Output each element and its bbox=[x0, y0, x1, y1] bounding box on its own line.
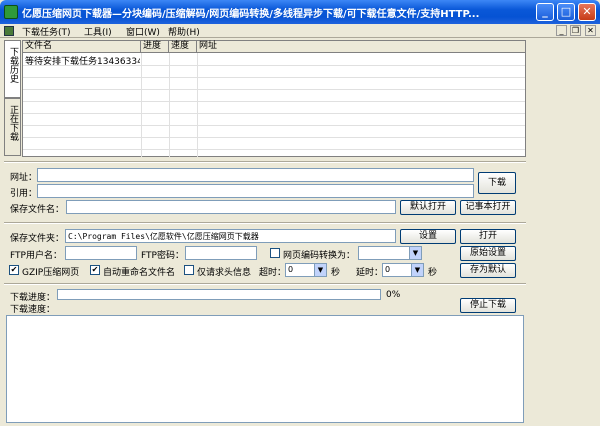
encoding-convert-label: 网页编码转换为： bbox=[283, 251, 356, 261]
encoding-convert-checkbox[interactable] bbox=[270, 248, 280, 258]
encoding-select[interactable]: ▼ bbox=[358, 246, 422, 260]
gzip-label: GZIP压缩网页 bbox=[22, 268, 80, 278]
url-label: 网址： bbox=[10, 173, 38, 183]
save-filename-input[interactable] bbox=[66, 200, 396, 214]
delay-label: 延时： bbox=[356, 268, 384, 278]
menu-bar: 下载任务(T) 工具(I) 窗口(W) 帮助(H) _ ❐ ✕ bbox=[0, 24, 600, 38]
speed-label: 下载速度： bbox=[10, 305, 56, 315]
original-settings-button[interactable]: 原始设置 bbox=[460, 246, 516, 261]
download-button[interactable]: 下载 bbox=[478, 172, 516, 194]
auto-rename-checkbox[interactable]: ✔ bbox=[90, 265, 100, 275]
close-button[interactable]: ✕ bbox=[578, 3, 596, 21]
tab-downloading-label: 正在下载 bbox=[8, 105, 18, 141]
download-progress-bar bbox=[57, 289, 381, 300]
save-folder-input[interactable] bbox=[65, 229, 396, 243]
header-only-checkbox[interactable] bbox=[184, 265, 194, 275]
download-task-grid[interactable]: 文件名 进度 速度 网址 等待安排下载任务13436334 bbox=[22, 40, 526, 157]
save-default-button[interactable]: 存为默认 bbox=[460, 263, 516, 278]
mdi-restore-icon[interactable]: ❐ bbox=[570, 25, 581, 36]
ftp-password-input[interactable] bbox=[185, 246, 257, 260]
timeout-unit: 秒 bbox=[331, 268, 341, 278]
settings-button[interactable]: 设置 bbox=[400, 229, 456, 244]
window-title: 亿愿压缩网页下载器—分块编码/压缩解码/网页编码转换/多线程异步下载/可下载任意… bbox=[22, 9, 480, 20]
menu-tools[interactable]: 工具(I) bbox=[84, 25, 112, 38]
col-header-speed[interactable]: 速度 bbox=[169, 41, 197, 53]
tab-history[interactable]: 下载历史 bbox=[4, 40, 21, 98]
delay-value: 0 bbox=[385, 265, 391, 274]
minimize-button[interactable]: _ bbox=[536, 3, 554, 21]
maximize-button[interactable]: □ bbox=[557, 3, 575, 21]
notepad-open-button[interactable]: 记事本打开 bbox=[460, 200, 516, 215]
menu-window[interactable]: 窗口(W) bbox=[126, 25, 160, 38]
gzip-checkbox[interactable]: ✔ bbox=[9, 265, 19, 275]
col-header-filename[interactable]: 文件名 bbox=[23, 41, 141, 53]
col-header-url[interactable]: 网址 bbox=[197, 41, 525, 53]
open-folder-button[interactable]: 打开 bbox=[460, 229, 516, 244]
timeout-value: 0 bbox=[288, 265, 294, 274]
auto-rename-label: 自动重命名文件名 bbox=[103, 268, 176, 278]
ftp-username-input[interactable] bbox=[65, 246, 137, 260]
save-folder-label: 保存文件夹： bbox=[10, 234, 65, 244]
mdi-minimize-icon[interactable]: _ bbox=[556, 25, 567, 36]
mdi-close-icon[interactable]: ✕ bbox=[585, 25, 596, 36]
table-row[interactable]: 等待安排下载任务13436334 bbox=[23, 53, 525, 67]
app-icon bbox=[4, 5, 18, 19]
delay-select[interactable]: 0 ▼ bbox=[382, 263, 424, 277]
url-input[interactable] bbox=[37, 168, 474, 182]
title-bar[interactable]: 亿愿压缩网页下载器—分块编码/压缩解码/网页编码转换/多线程异步下载/可下载任意… bbox=[0, 0, 600, 24]
check-icon: ✔ bbox=[91, 265, 99, 274]
child-window-icon[interactable] bbox=[4, 26, 14, 36]
menu-help[interactable]: 帮助(H) bbox=[168, 25, 200, 38]
stop-download-button[interactable]: 停止下载 bbox=[460, 298, 516, 313]
progress-percent: 0% bbox=[386, 290, 401, 300]
timeout-label: 超时： bbox=[259, 268, 287, 278]
tab-history-label: 下载历史 bbox=[8, 47, 18, 83]
referer-input[interactable] bbox=[37, 184, 474, 198]
default-open-button[interactable]: 默认打开 bbox=[400, 200, 456, 215]
timeout-select[interactable]: 0 ▼ bbox=[285, 263, 327, 277]
log-output-area[interactable] bbox=[6, 315, 524, 423]
ftp-username-label: FTP用户名： bbox=[10, 251, 62, 261]
save-filename-label: 保存文件名： bbox=[10, 205, 65, 215]
menu-download-tasks[interactable]: 下载任务(T) bbox=[22, 25, 71, 38]
chevron-down-icon: ▼ bbox=[314, 264, 326, 276]
header-only-label: 仅请求头信息 bbox=[197, 268, 252, 278]
tab-downloading[interactable]: 正在下载 bbox=[4, 98, 21, 156]
delay-unit: 秒 bbox=[428, 268, 438, 278]
ftp-password-label: FTP密码： bbox=[141, 251, 184, 261]
col-header-progress[interactable]: 进度 bbox=[141, 41, 169, 53]
check-icon: ✔ bbox=[10, 265, 18, 274]
referer-label: 引用： bbox=[10, 189, 38, 199]
chevron-down-icon: ▼ bbox=[411, 264, 423, 276]
chevron-down-icon: ▼ bbox=[409, 247, 421, 259]
